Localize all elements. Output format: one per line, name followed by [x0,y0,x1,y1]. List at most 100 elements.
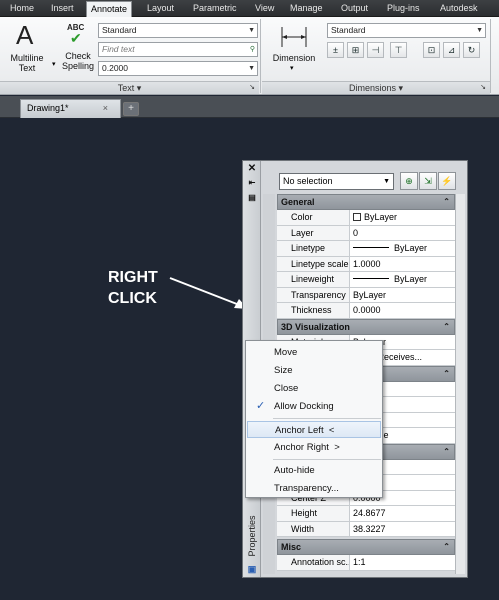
find-text-input[interactable]: Find text ⚲ [98,42,258,57]
selection-dropdown[interactable]: No selection ▼ [279,173,394,190]
property-row[interactable]: Annotation sc... 1:1 [277,555,455,571]
tab-annotate[interactable]: Annotate [86,1,133,17]
property-value[interactable]: 38.3227 [350,522,455,537]
check-spelling-label: Check Spelling [61,51,95,71]
property-key: Linetype [277,241,350,256]
dim-oblique-icon[interactable]: ⊿ [443,42,460,58]
large-a-icon: A [16,20,34,50]
dialog-launcher-icon[interactable]: ↘ [480,82,486,94]
chevron-down-icon: ▼ [476,27,483,34]
property-value[interactable]: 24.8677 [350,506,455,521]
selection-value: No selection [283,176,333,186]
close-icon[interactable]: ✕ [246,163,258,175]
select-objects-icon[interactable]: ⇲ [419,172,437,190]
menu-item-close[interactable]: Close [247,380,381,397]
tab-manage[interactable]: Manage [286,1,327,17]
dim-baseline-icon[interactable]: ⊤ [390,42,407,58]
linetype-preview [353,247,389,248]
quick-select-icon[interactable]: ⚡ [438,172,456,190]
tab-output[interactable]: Output [337,1,372,17]
dim-break-icon[interactable]: ± [327,42,344,58]
category-general[interactable]: General ⌃ [277,194,455,210]
multiline-dropdown-icon[interactable]: ▾ [52,60,56,68]
property-key: Layer [277,225,350,240]
check-spelling-button[interactable]: ABC ✔ Check Spelling [59,23,97,77]
text-style-select[interactable]: Standard ▼ [98,23,258,38]
dimension-icon [281,27,307,47]
toggle-pickadd-icon[interactable]: ⊕ [400,172,418,190]
menu-item-auto-hide[interactable]: Auto-hide [247,462,381,479]
palette-scrollbar[interactable] [455,194,465,574]
menu-item-label: Anchor Right > [274,442,340,453]
dim-style-select[interactable]: Standard ▼ [327,23,486,38]
property-value[interactable]: ByLayer [350,210,455,225]
property-key: Height [277,506,350,521]
text-panel-title[interactable]: Text ▾ ↘ [0,81,259,94]
tab-insert[interactable]: Insert [47,1,78,17]
category-title: General [281,197,315,207]
property-row[interactable]: Width 38.3227 [277,521,455,537]
auto-hide-icon[interactable]: ⇤ [246,177,258,189]
property-value[interactable]: 0.0000 [350,303,455,318]
tab-view[interactable]: View [251,1,278,17]
tab-home[interactable]: Home [6,1,38,17]
find-replace-icon[interactable]: ⚲ [250,43,255,56]
menu-item-label: Auto-hide [274,465,315,476]
property-value[interactable]: ByLayer [350,288,455,303]
tab-layout[interactable]: Layout [143,1,178,17]
menu-item-label: Close [274,383,299,394]
dim-update-icon[interactable]: ↻ [463,42,480,58]
chevron-down-icon: ▼ [383,178,390,185]
document-tab-drawing1[interactable]: Drawing1* × [20,99,121,118]
dim-continue-icon[interactable]: ⊣ [367,42,384,58]
menu-item-anchor-left[interactable]: Anchor Left < [247,421,381,438]
close-icon[interactable]: × [103,100,108,117]
property-key: Width [277,521,350,536]
dialog-launcher-icon[interactable]: ↘ [249,82,255,94]
text-height-select[interactable]: 0.2000 ▼ [98,61,258,76]
category-3d-visualization[interactable]: 3D Visualization ⌃ [277,318,455,335]
menu-item-size[interactable]: Size [247,362,381,379]
property-row[interactable]: Color ByLayer [277,210,455,226]
chevron-down-icon: ▼ [248,65,255,72]
property-row[interactable]: Transparency ByLayer [277,287,455,303]
tab-plug-ins[interactable]: Plug-ins [383,1,424,17]
menu-item-move[interactable]: Move [247,344,381,361]
property-value[interactable]: 1:1 [350,555,455,570]
dim-inspect-icon[interactable]: ⊡ [423,42,440,58]
property-value-text: ByLayer [394,274,428,284]
property-row[interactable]: Thickness 0.0000 [277,303,455,319]
tab-autodesk-360[interactable]: Autodesk 360 [436,1,499,28]
dimension-button[interactable]: Dimension ▾ [266,23,322,77]
tab-parametric[interactable]: Parametric [189,1,241,17]
palette-context-menu: Move Size Close ✓ Allow Docking Anchor Le… [245,340,383,498]
panel-divider [260,19,261,93]
palette-settings-icon[interactable]: ▣ [246,563,258,575]
menu-item-anchor-right[interactable]: Anchor Right > [247,439,381,456]
multiline-text-button[interactable]: A Multiline Text [8,21,46,77]
chevron-up-icon: ⌃ [443,197,450,206]
chevron-up-icon: ⌃ [443,368,450,378]
chevron-down-icon: ▾ [290,65,294,72]
property-row[interactable]: Lineweight ByLayer [277,272,455,288]
menu-item-label: Transparency... [274,483,339,494]
new-tab-plus-icon[interactable]: + [123,102,139,116]
palette-properties-icon[interactable]: ▤ [246,192,258,204]
menu-separator [273,459,381,460]
dimensions-panel-title[interactable]: Dimensions ▾ ↘ [262,81,490,94]
property-row[interactable]: Linetype ByLayer [277,241,455,257]
property-row[interactable]: Height 24.8677 [277,506,455,522]
property-value[interactable]: ByLayer [350,272,455,287]
property-row[interactable]: Layer 0 [277,225,455,241]
property-value-text: ByLayer [364,212,398,222]
menu-item-transparency[interactable]: Transparency... [247,480,381,497]
property-row[interactable]: Linetype scale 1.0000 [277,256,455,272]
category-misc[interactable]: Misc ⌃ [277,539,455,555]
property-value[interactable]: ByLayer [350,241,455,256]
dim-adjust-space-icon[interactable]: ⊞ [347,42,364,58]
property-value[interactable]: 1.0000 [350,257,455,272]
category-title: 3D Visualization [281,321,350,332]
chevron-up-icon: ⌃ [443,446,450,456]
property-value[interactable]: 0 [350,226,455,241]
menu-item-allow-docking[interactable]: ✓ Allow Docking [247,398,381,415]
